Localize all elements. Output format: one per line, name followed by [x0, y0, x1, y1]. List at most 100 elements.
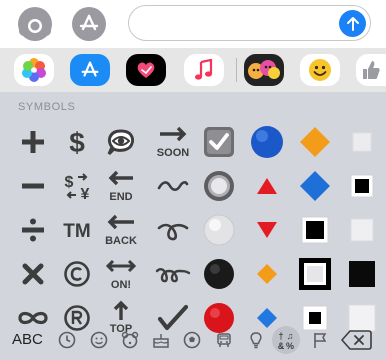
- copyright-emoji[interactable]: [56, 254, 98, 294]
- category-animals[interactable]: [118, 328, 142, 352]
- orange-diamond-icon: [300, 127, 330, 157]
- black-circle-emoji[interactable]: [198, 254, 240, 294]
- red-triangle-up-emoji[interactable]: [246, 166, 288, 206]
- blue-circle-emoji[interactable]: [246, 122, 288, 162]
- white-small-square-emoji[interactable]: [342, 122, 382, 162]
- soon-arrow-icon: SOON: [157, 126, 189, 159]
- heavy-dollar-emoji[interactable]: $: [56, 122, 98, 162]
- black-circle-icon: [204, 259, 234, 289]
- tm-text: TM: [63, 221, 90, 241]
- camera-button[interactable]: [18, 7, 52, 41]
- soon-arrow-emoji[interactable]: SOON: [152, 122, 194, 162]
- app-store-app[interactable]: [70, 54, 110, 86]
- category-smileys[interactable]: [87, 328, 111, 352]
- back-text: BACK: [105, 235, 137, 247]
- soccer-ball-icon: [183, 331, 201, 349]
- triangle-up-icon: [257, 178, 277, 194]
- wavy-dash-icon: [157, 181, 189, 192]
- back-arrow-emoji[interactable]: BACK: [100, 210, 142, 250]
- category-recent[interactable]: [55, 328, 79, 352]
- app-store-icon: [81, 61, 99, 77]
- category-objects[interactable]: [244, 328, 268, 352]
- white-medium-square-emoji[interactable]: [342, 210, 382, 250]
- ballot-box-check-emoji[interactable]: [198, 122, 240, 162]
- emoji-grid: $ $ ¥ TM END BACK ON! TOP SOON: [0, 118, 386, 335]
- delete-icon: [341, 330, 372, 350]
- svg-text:♫: ♫: [287, 331, 294, 341]
- black-square-button-emoji[interactable]: [342, 166, 382, 206]
- category-symbols[interactable]: † ♫ & %: [272, 326, 300, 354]
- trade-mark-emoji[interactable]: TM: [56, 210, 98, 250]
- radio-button-icon: [204, 171, 234, 201]
- minus-emoji[interactable]: [12, 166, 54, 206]
- symbols-icon: † ♫ & %: [278, 331, 294, 351]
- category-flags[interactable]: [308, 328, 332, 352]
- multiply-emoji[interactable]: [12, 254, 54, 294]
- curly-loop-emoji[interactable]: [152, 210, 194, 250]
- memoji-icon: [248, 60, 280, 79]
- white-small-square-icon: [352, 132, 372, 152]
- white-square-icon: [350, 218, 374, 242]
- animoji-stickers-app[interactable]: [300, 54, 340, 86]
- send-button[interactable]: [339, 10, 366, 37]
- message-compose-bar: [0, 0, 386, 48]
- wavy-dash-emoji[interactable]: [152, 166, 194, 206]
- ballot-box-check-icon: [204, 127, 234, 157]
- white-square-button-icon: [299, 258, 331, 290]
- divide-icon: [22, 218, 44, 242]
- on-arrow-emoji[interactable]: ON!: [100, 254, 142, 294]
- multiply-icon: [22, 263, 44, 285]
- white-circle-icon: [203, 214, 235, 246]
- more-stickers-app[interactable]: [356, 54, 386, 86]
- small-orange-diamond-emoji[interactable]: [246, 254, 288, 294]
- large-orange-diamond-emoji[interactable]: [294, 122, 336, 162]
- category-food[interactable]: [149, 328, 173, 352]
- svg-text:&: &: [278, 341, 285, 351]
- curly-loop-icon: [157, 223, 189, 241]
- black-large-square-emoji[interactable]: [342, 254, 382, 294]
- on-text: ON!: [111, 279, 131, 291]
- black-square-icon: [301, 216, 329, 244]
- digital-touch-app[interactable]: [126, 54, 166, 86]
- black-medium-square-emoji[interactable]: [294, 210, 336, 250]
- section-label: SYMBOLS: [18, 101, 76, 113]
- white-circle-emoji[interactable]: [198, 210, 240, 250]
- category-travel[interactable]: [212, 328, 236, 352]
- back-arrow-icon: BACK: [105, 214, 137, 247]
- end-text: END: [109, 191, 132, 203]
- category-bar: ABC † ♫ & %: [0, 320, 386, 360]
- bear-icon: [121, 331, 139, 349]
- message-input[interactable]: [128, 5, 371, 41]
- large-blue-diamond-emoji[interactable]: [294, 166, 336, 206]
- end-arrow-emoji[interactable]: END: [100, 166, 142, 206]
- lightbulb-icon: [250, 332, 262, 349]
- white-square-button-emoji[interactable]: [294, 254, 336, 294]
- eye-bubble-icon: [107, 129, 135, 156]
- radio-button-emoji[interactable]: [198, 166, 240, 206]
- thumbs-up-icon: [363, 61, 380, 79]
- minus-icon: [22, 183, 44, 189]
- orange-diamond-icon: [257, 264, 277, 284]
- red-triangle-down-emoji[interactable]: [246, 210, 288, 250]
- memoji-stickers-app[interactable]: [244, 54, 284, 86]
- svg-text:%: %: [286, 341, 294, 351]
- abc-button[interactable]: ABC: [12, 331, 43, 348]
- plus-icon: [22, 131, 44, 153]
- emoji-keyboard: SYMBOLS $ $ ¥ TM END BACK ON! TOP SOON A…: [0, 48, 386, 360]
- plus-emoji[interactable]: [12, 122, 54, 162]
- black-square-icon: [350, 174, 374, 198]
- camera-icon: [19, 12, 51, 36]
- eye-in-speech-bubble-emoji[interactable]: [100, 122, 142, 162]
- currency-exchange-emoji[interactable]: $ ¥: [56, 166, 98, 206]
- car-icon: [217, 333, 231, 347]
- arrow-up-icon: [346, 16, 359, 31]
- double-curly-loop-emoji[interactable]: [152, 254, 194, 294]
- photos-app[interactable]: [14, 54, 54, 86]
- black-large-square-icon: [349, 261, 375, 287]
- divide-emoji[interactable]: [12, 210, 54, 250]
- music-app[interactable]: [184, 54, 224, 86]
- category-activity[interactable]: [180, 328, 204, 352]
- app-drawer-divider: [236, 58, 237, 82]
- app-store-button[interactable]: [72, 7, 106, 41]
- delete-button[interactable]: [340, 329, 372, 356]
